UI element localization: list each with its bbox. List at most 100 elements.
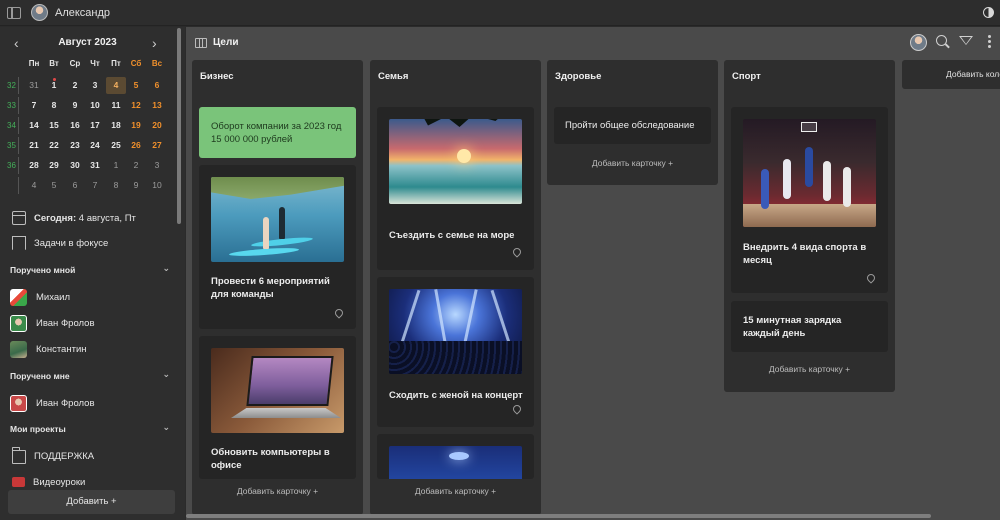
calendar-day[interactable]: 2: [65, 77, 85, 94]
person-avatar: [10, 340, 27, 358]
section-assigned-by-me[interactable]: Поручено мной ⌄: [10, 263, 170, 279]
calendar-day[interactable]: 23: [65, 137, 85, 154]
column-title[interactable]: Спорт: [732, 71, 761, 82]
calendar-day[interactable]: 25: [106, 137, 126, 154]
calendar-day[interactable]: 12: [126, 97, 146, 114]
card-sports[interactable]: Внедрить 4 вида спорта в месяц: [731, 107, 888, 293]
add-column-button[interactable]: Добавить колонку: [902, 60, 1000, 89]
calendar-day[interactable]: 9: [126, 177, 146, 194]
board-scrollbar[interactable]: [186, 514, 931, 518]
section-assigned-to-me[interactable]: Поручено мне ⌄: [10, 369, 170, 385]
calendar-day[interactable]: 3: [147, 157, 167, 174]
add-card-button[interactable]: Добавить карточку +: [547, 158, 718, 168]
person-item[interactable]: Михаил: [10, 287, 170, 307]
person-item[interactable]: Иван Фролов: [10, 393, 170, 413]
calendar-month: Август 2023: [58, 37, 117, 48]
calendar-day[interactable]: 9: [65, 97, 85, 114]
calendar-day[interactable]: 24: [85, 137, 105, 154]
calendar-day[interactable]: 28: [24, 157, 44, 174]
calendar-day[interactable]: 2: [126, 157, 146, 174]
calendar-day[interactable]: 27: [147, 137, 167, 154]
calendar-day[interactable]: 7: [85, 177, 105, 194]
add-card-button[interactable]: Добавить карточку +: [724, 364, 895, 374]
project-item[interactable]: ПОДДЕРЖКА: [0, 445, 178, 467]
chevron-down-icon[interactable]: ⌄: [162, 369, 170, 380]
calendar-day[interactable]: 31: [24, 77, 44, 94]
week-number[interactable]: 34: [5, 117, 19, 134]
calendar-day[interactable]: 14: [24, 117, 44, 134]
week-number[interactable]: [5, 177, 19, 194]
calendar-day[interactable]: 5: [126, 77, 146, 94]
add-card-button[interactable]: Добавить карточку +: [370, 486, 541, 496]
calendar-day[interactable]: 13: [147, 97, 167, 114]
card-team-events[interactable]: Провести 6 мероприятий для команды: [199, 165, 356, 329]
calendar-day[interactable]: 10: [85, 97, 105, 114]
calendar-day[interactable]: 21: [24, 137, 44, 154]
calendar-day[interactable]: 1: [106, 157, 126, 174]
filter-icon[interactable]: [959, 36, 973, 45]
today-label: Сегодня:: [34, 212, 77, 224]
calendar-day[interactable]: 20: [147, 117, 167, 134]
user-avatar[interactable]: [31, 4, 48, 21]
chevron-down-icon[interactable]: ⌄: [162, 263, 170, 274]
attachment-icon: [511, 246, 523, 258]
section-my-projects[interactable]: Мои проекты ⌄: [10, 422, 170, 438]
folder-icon: [12, 447, 26, 464]
person-item[interactable]: Константин: [10, 339, 170, 359]
calendar-day[interactable]: 19: [126, 117, 146, 134]
card-revenue[interactable]: Оборот компании за 2023 год 15 000 000 р…: [199, 107, 356, 158]
calendar-day[interactable]: 17: [85, 117, 105, 134]
calendar-day[interactable]: 29: [44, 157, 64, 174]
search-icon[interactable]: [936, 35, 947, 46]
calendar-day[interactable]: 3: [85, 77, 105, 94]
theme-toggle-icon[interactable]: [983, 7, 994, 18]
today-row[interactable]: Сегодня: 4 августа, Пт: [0, 207, 178, 229]
add-card-button[interactable]: Добавить карточку +: [192, 486, 363, 496]
calendar-day[interactable]: 10: [147, 177, 167, 194]
column-title[interactable]: Семья: [378, 71, 408, 82]
sidebar-scrollbar[interactable]: [177, 28, 181, 224]
calendar-day[interactable]: 7: [24, 97, 44, 114]
person-avatar: [10, 394, 27, 412]
week-number[interactable]: 33: [5, 97, 19, 114]
sidebar-add-button[interactable]: Добавить +: [8, 490, 175, 514]
calendar-day[interactable]: 8: [106, 177, 126, 194]
week-number[interactable]: 32: [5, 77, 19, 94]
calendar-day[interactable]: 22: [44, 137, 64, 154]
person-item[interactable]: Иван Фролов: [10, 313, 170, 333]
calendar-day[interactable]: 8: [44, 97, 64, 114]
calendar-day[interactable]: 6: [147, 77, 167, 94]
calendar-day[interactable]: 1: [44, 77, 64, 94]
card-partial[interactable]: [377, 434, 534, 479]
member-avatar[interactable]: [910, 34, 927, 51]
column-sport: Спорт Внедрить 4 вида спорта в месяц 15 …: [724, 60, 895, 392]
card-computers[interactable]: Обновить компьютеры в офисе: [199, 336, 356, 479]
calendar-day-today[interactable]: 4: [106, 77, 126, 94]
card-exercise[interactable]: 15 минутная зарядка каждый день: [731, 301, 888, 352]
sidebar-toggle-icon[interactable]: [7, 6, 21, 19]
card-checkup[interactable]: Пройти общее обследование: [554, 107, 711, 144]
calendar-day[interactable]: 6: [65, 177, 85, 194]
card-concert[interactable]: Сходить с женой на концерт: [377, 277, 534, 427]
calendar-day[interactable]: 18: [106, 117, 126, 134]
week-number[interactable]: 35: [5, 137, 19, 154]
next-month-icon[interactable]: ›: [152, 35, 157, 51]
calendar-day[interactable]: 5: [44, 177, 64, 194]
column-title[interactable]: Бизнес: [200, 71, 234, 82]
weekday-label: Сб: [130, 59, 142, 68]
focus-tasks-item[interactable]: Задачи в фокусе: [0, 232, 178, 254]
user-name[interactable]: Александр: [55, 7, 110, 19]
card-sea-trip[interactable]: Съездить с семье на море: [377, 107, 534, 270]
chevron-down-icon[interactable]: ⌄: [162, 422, 170, 433]
calendar-day[interactable]: 11: [106, 97, 126, 114]
calendar-day[interactable]: 16: [65, 117, 85, 134]
card-image: [743, 119, 876, 227]
calendar-day[interactable]: 30: [65, 157, 85, 174]
calendar-day[interactable]: 15: [44, 117, 64, 134]
calendar-day[interactable]: 26: [126, 137, 146, 154]
column-title[interactable]: Здоровье: [555, 71, 601, 82]
calendar-day[interactable]: 4: [24, 177, 44, 194]
week-number[interactable]: 36: [5, 157, 19, 174]
more-menu-icon[interactable]: [988, 35, 991, 49]
calendar-day[interactable]: 31: [85, 157, 105, 174]
